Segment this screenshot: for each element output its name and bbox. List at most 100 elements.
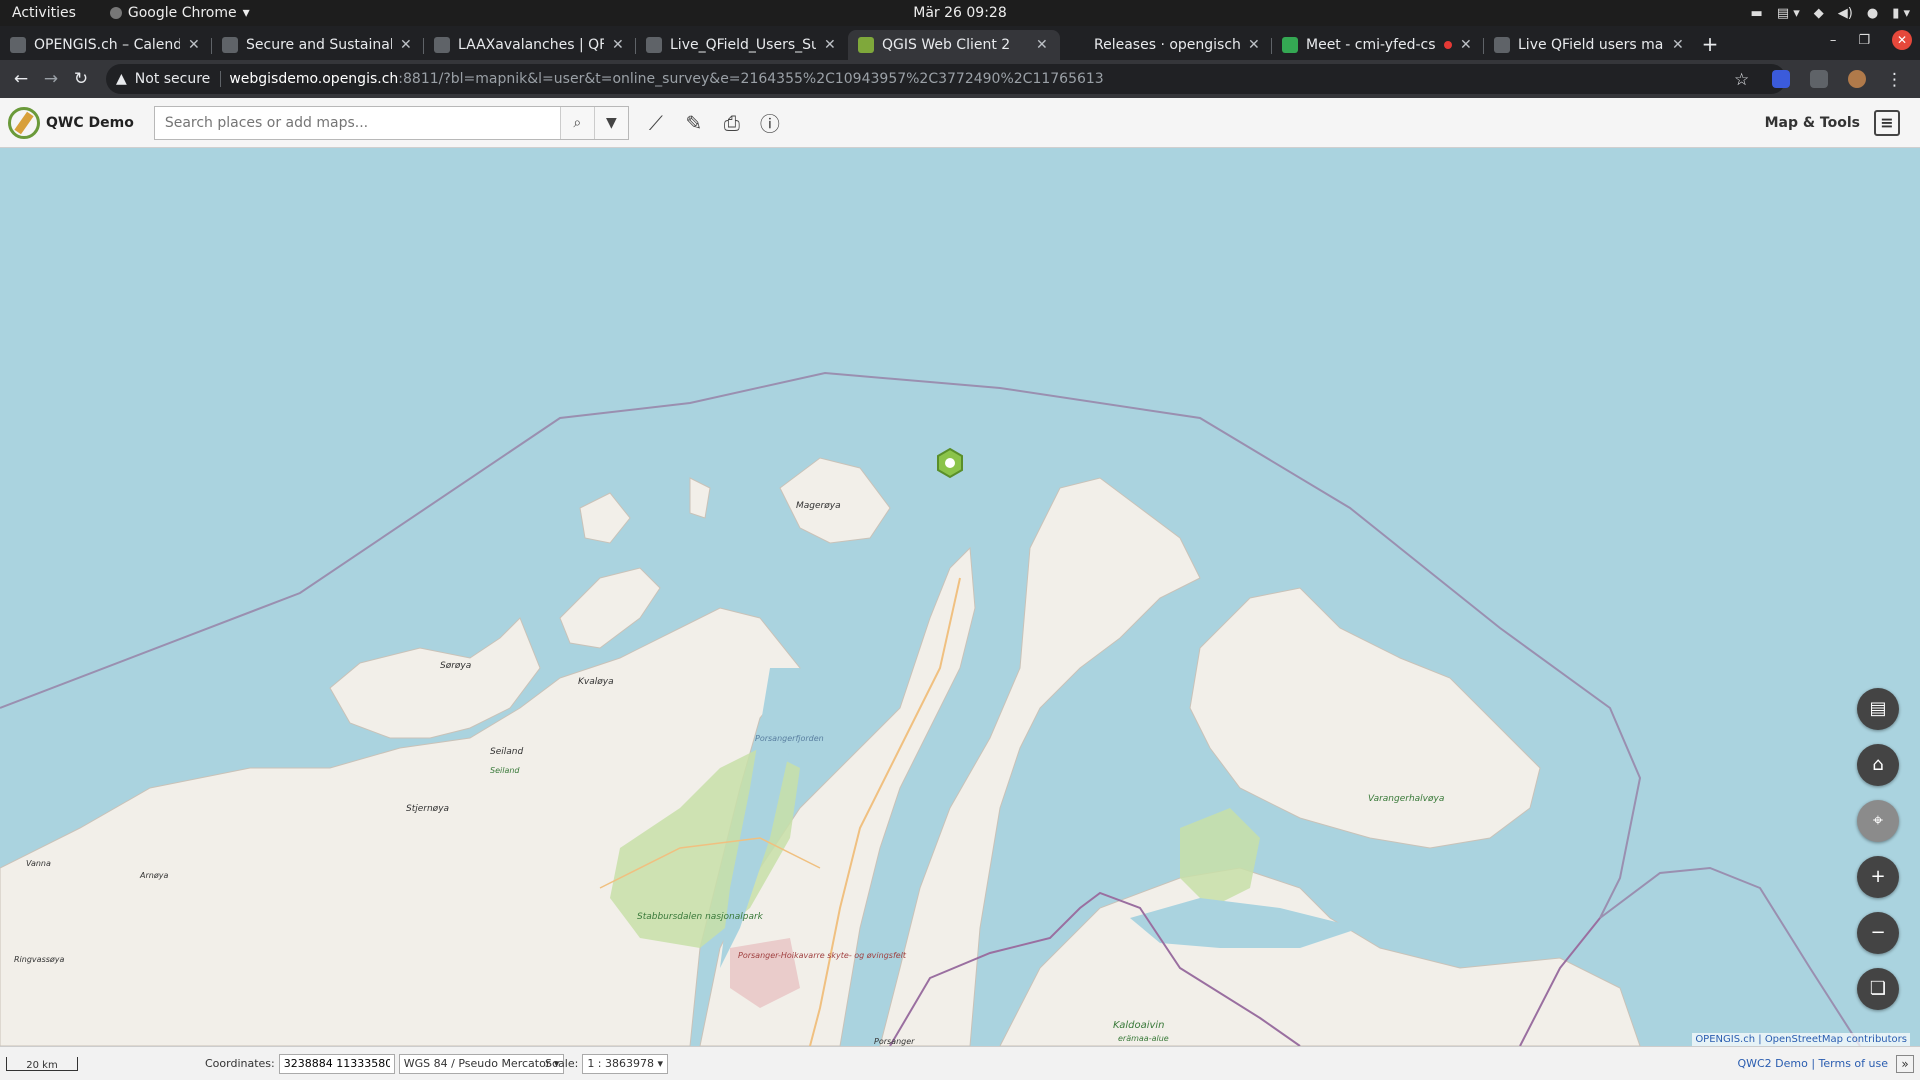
place-label: Magerøya: [796, 501, 841, 511]
map-canvas[interactable]: Magerøya Sørøya Kvaløya Seiland Seiland …: [0, 148, 1920, 1046]
system-top-bar: Activities Google Chrome ▾ Mär 26 09:28 …: [0, 0, 1920, 26]
map-attribution: OPENGIS.ch | OpenStreetMap contributors: [1692, 1033, 1910, 1046]
calendar-icon: [10, 37, 26, 53]
profile-avatar[interactable]: [1848, 70, 1866, 88]
security-label[interactable]: Not secure: [135, 71, 222, 87]
document-icon: [646, 37, 662, 53]
browser-tab[interactable]: LAAXavalanches | QField✕: [424, 30, 636, 60]
bookmark-star-icon[interactable]: ☆: [1734, 70, 1752, 90]
forward-button[interactable]: →: [36, 69, 66, 89]
identify-icon[interactable]: ⓘ: [759, 108, 781, 137]
github-icon: [1070, 37, 1086, 53]
scale-select[interactable]: 1 : 3863978 ▾: [582, 1053, 669, 1074]
activities-button[interactable]: Activities: [12, 5, 76, 21]
close-tab-icon[interactable]: ✕: [1672, 37, 1686, 53]
chrome-icon: [109, 7, 122, 19]
map-tools-label: Map & Tools: [1764, 114, 1860, 131]
place-label: erämaa-alue: [1118, 1034, 1169, 1043]
close-tab-icon[interactable]: ✕: [1460, 37, 1474, 53]
browser-tab[interactable]: Secure and Sustainable✕: [212, 30, 424, 60]
minimize-button[interactable]: –: [1830, 33, 1837, 48]
scale-display: Scale: 1 : 3863978 ▾: [545, 1053, 669, 1074]
browser-tab-active[interactable]: QGIS Web Client 2 ✕: [848, 30, 1060, 60]
kebab-menu-icon[interactable]: ⋮: [1886, 70, 1904, 90]
extension-icon[interactable]: [1772, 70, 1790, 88]
puzzle-icon[interactable]: [1810, 70, 1828, 88]
globe-icon: [1494, 37, 1510, 53]
app-toolbar: QWC Demo ⌕ ▼ ⟋ ✎ ⎙ ⓘ Map & Tools ≡: [0, 98, 1920, 148]
browser-tab[interactable]: OPENGIS.ch – Calendar✕: [0, 30, 212, 60]
search-box: ⌕ ▼: [153, 105, 629, 140]
place-label: Ringvassøya: [14, 955, 65, 964]
app-title: QWC Demo: [46, 114, 134, 131]
clock[interactable]: Mär 26 09:28: [913, 5, 1006, 21]
meet-icon: [1282, 37, 1298, 53]
zoom-in-button[interactable]: +: [1857, 856, 1899, 898]
address-bar-row: ← → ↻ ▲ Not secure webgisdemo.opengis.ch…: [0, 60, 1920, 98]
zoom-out-button[interactable]: −: [1857, 912, 1899, 954]
close-tab-icon[interactable]: ✕: [612, 37, 626, 53]
attribution-link[interactable]: OPENGIS.ch: [1695, 1034, 1755, 1045]
bottom-bar: 20 km Coordinates: WGS 84 / Pseudo Merca…: [0, 1046, 1920, 1080]
print-icon[interactable]: ⎙: [721, 111, 743, 135]
restore-button[interactable]: ❐: [1858, 33, 1870, 48]
expand-icon[interactable]: »: [1896, 1054, 1914, 1073]
close-tab-icon[interactable]: ✕: [824, 37, 838, 53]
coordinates-label: Coordinates:: [205, 1057, 275, 1070]
window-controls: – ❐ ✕: [1830, 30, 1912, 50]
place-label: Stjernøya: [406, 804, 449, 814]
app-menu[interactable]: Google Chrome ▾: [109, 5, 250, 21]
redlining-icon[interactable]: ✎: [683, 111, 705, 135]
map-tools-menu[interactable]: Map & Tools ≡: [1764, 109, 1900, 136]
coordinates-field[interactable]: [278, 1053, 395, 1074]
measure-icon[interactable]: ⟋: [645, 111, 667, 135]
scale-label: Scale:: [545, 1057, 579, 1070]
warning-icon: ▲: [116, 71, 127, 87]
footer-links[interactable]: QWC2 Demo | Terms of use: [1737, 1057, 1888, 1070]
recording-icon: [1444, 41, 1452, 49]
place-label: Vanna: [26, 859, 51, 868]
map-svg: Magerøya Sørøya Kvaløya Seiland Seiland …: [0, 148, 1920, 1046]
menu-icon: ≡: [1874, 109, 1900, 136]
place-label: Porsanger: [874, 1037, 915, 1046]
volume-icon: ◀): [1837, 5, 1853, 21]
close-tab-icon[interactable]: ✕: [188, 37, 202, 53]
locate-button[interactable]: ⌖: [1857, 800, 1899, 842]
search-input[interactable]: [154, 106, 560, 139]
background-switcher-button[interactable]: ❏: [1857, 968, 1899, 1010]
document-icon: [434, 37, 450, 53]
browser-tab[interactable]: Live QField users map ✕: [1484, 30, 1696, 60]
layer-tree-button[interactable]: ▤: [1857, 688, 1899, 730]
search-button[interactable]: ⌕: [559, 106, 594, 139]
url-path: :8811/?bl=mapnik&l=user&t=online_survey&…: [398, 71, 1104, 87]
browser-tab[interactable]: Meet - cmi-yfed-csc ✕: [1272, 30, 1484, 60]
reload-button[interactable]: ↻: [66, 69, 96, 89]
browser-tab[interactable]: Live_QField_Users_Survey✕: [636, 30, 848, 60]
close-tab-icon[interactable]: ✕: [400, 37, 414, 53]
home-button[interactable]: ⌂: [1857, 744, 1899, 786]
back-button[interactable]: ←: [6, 69, 36, 89]
url-host: webgisdemo.opengis.ch: [229, 71, 399, 87]
attribution-link[interactable]: OpenStreetMap contributors: [1765, 1034, 1907, 1045]
crs-select[interactable]: WGS 84 / Pseudo Mercator ▾: [398, 1053, 565, 1074]
chevron-down-icon: ▾: [242, 5, 250, 21]
system-tray[interactable]: ▬ ▤ ▾ ◆ ◀) ● ▮ ▾: [1751, 0, 1910, 26]
place-label: Varangerhalvøya: [1368, 794, 1444, 804]
compass-logo-icon: [8, 106, 40, 139]
close-window-button[interactable]: ✕: [1892, 30, 1912, 50]
place-label: Kaldoaivin: [1113, 1020, 1165, 1031]
close-tab-icon[interactable]: ✕: [1036, 37, 1050, 53]
toolbar-buttons: ⟋ ✎ ⎙ ⓘ: [645, 108, 781, 137]
clipboard-icon: ▤ ▾: [1776, 5, 1800, 21]
place-label: Arnøya: [139, 871, 168, 880]
omnibox[interactable]: ▲ Not secure webgisdemo.opengis.ch:8811/…: [106, 64, 1786, 94]
mic-icon: ●: [1866, 5, 1879, 21]
scale-bar: 20 km: [6, 1057, 78, 1071]
close-tab-icon[interactable]: ✕: [1248, 37, 1262, 53]
new-tab-button[interactable]: +: [1696, 32, 1724, 56]
window-icon: ▬: [1750, 5, 1763, 21]
place-label: Seiland: [490, 766, 520, 775]
search-filter-button[interactable]: ▼: [593, 106, 628, 139]
browser-tab[interactable]: Releases · opengisch/✕: [1060, 30, 1272, 60]
user-location-marker-icon[interactable]: [937, 447, 963, 479]
